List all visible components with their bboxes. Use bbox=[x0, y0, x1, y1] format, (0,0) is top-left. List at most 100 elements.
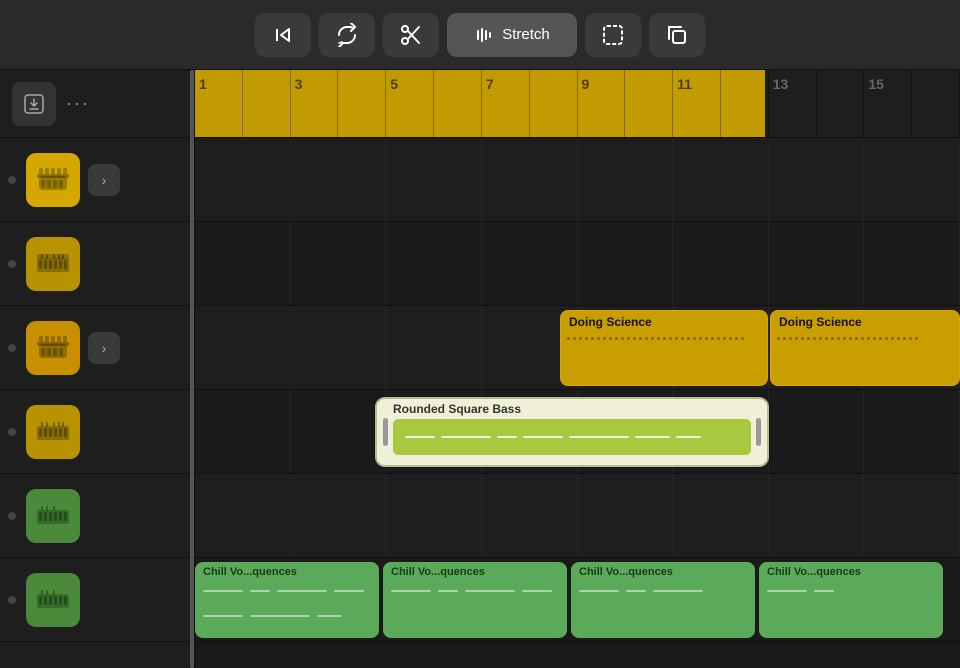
lane-cell bbox=[769, 390, 865, 473]
track-row-3: › bbox=[0, 306, 194, 390]
lane-cell bbox=[864, 390, 960, 473]
lane-cell bbox=[386, 138, 482, 221]
ruler-cell-9: 9 bbox=[578, 70, 626, 138]
lane-cell bbox=[864, 222, 960, 305]
track-icon-5 bbox=[26, 489, 80, 543]
scroll-bar[interactable] bbox=[190, 70, 194, 668]
lane-cell bbox=[195, 390, 291, 473]
lane-cell bbox=[291, 222, 387, 305]
ruler-cell-15: 15 bbox=[864, 70, 912, 138]
lane-cell bbox=[673, 138, 769, 221]
track-row-6 bbox=[0, 558, 194, 642]
lane-cell bbox=[195, 222, 291, 305]
stretch-label: Stretch bbox=[502, 26, 550, 43]
ruler-cell-8 bbox=[530, 70, 578, 138]
wave-segment bbox=[497, 436, 517, 438]
tracks-content: Doing Science bbox=[195, 138, 960, 668]
loop-button[interactable] bbox=[319, 13, 375, 57]
track-dot-3 bbox=[8, 344, 16, 352]
clip-doing-science-1[interactable]: Doing Science bbox=[560, 310, 768, 386]
wave-segment bbox=[405, 436, 435, 438]
ruler-cell-10 bbox=[625, 70, 673, 138]
main-area: ··· › bbox=[0, 70, 960, 668]
clip-title-chill-1: Chill Vo...quences bbox=[195, 562, 379, 582]
lane-cell bbox=[578, 138, 674, 221]
lane-grid-2 bbox=[195, 222, 960, 305]
track-icon-2 bbox=[26, 237, 80, 291]
track-lane-5 bbox=[195, 474, 960, 558]
clip-doing-science-2[interactable]: Doing Science bbox=[770, 310, 960, 386]
track-icon-6 bbox=[26, 573, 80, 627]
track-dot-1 bbox=[8, 176, 16, 184]
clip-chill-1[interactable]: Chill Vo...quences bbox=[195, 562, 379, 638]
clip-chill-4[interactable]: Chill Vo...quences bbox=[759, 562, 943, 638]
lane-cell bbox=[673, 222, 769, 305]
ruler-cell-2 bbox=[243, 70, 291, 138]
ruler-cell-3: 3 bbox=[291, 70, 339, 138]
track-expand-arrow-3[interactable]: › bbox=[88, 332, 120, 364]
track-lane-3: Doing Science bbox=[195, 306, 960, 390]
lane-cell bbox=[482, 222, 578, 305]
lane-cell bbox=[291, 138, 387, 221]
track-dot-4 bbox=[8, 428, 16, 436]
wave-segment bbox=[635, 436, 670, 438]
track-icon-3 bbox=[26, 321, 80, 375]
left-panel: ··· › bbox=[0, 70, 195, 668]
scissors-button[interactable] bbox=[383, 13, 439, 57]
stretch-button[interactable]: Stretch bbox=[447, 13, 577, 57]
ruler-cell-13: 13 bbox=[769, 70, 817, 138]
track-row-5 bbox=[0, 474, 194, 558]
lane-cell bbox=[769, 474, 865, 557]
lane-cell bbox=[386, 222, 482, 305]
track-lane-4: Rounded Square Bass bbox=[195, 390, 960, 474]
clip-handle-left[interactable] bbox=[383, 418, 388, 446]
select-button[interactable] bbox=[585, 13, 641, 57]
clip-chill-3[interactable]: Chill Vo...quences bbox=[571, 562, 755, 638]
timeline-area: 1 3 5 7 9 11 13 15 bbox=[195, 70, 960, 668]
clip-title-doing-science-1: Doing Science bbox=[561, 311, 767, 333]
clip-title-doing-science-2: Doing Science bbox=[771, 311, 959, 333]
track-row-1: › bbox=[0, 138, 194, 222]
track-expand-arrow-1[interactable]: › bbox=[88, 164, 120, 196]
track-icon-1 bbox=[26, 153, 80, 207]
lane-cell bbox=[386, 306, 482, 389]
ruler-cell-11: 11 bbox=[673, 70, 721, 138]
clip-chill-2[interactable]: Chill Vo...quences bbox=[383, 562, 567, 638]
track-lane-1 bbox=[195, 138, 960, 222]
ruler: 1 3 5 7 9 11 13 15 bbox=[195, 70, 960, 138]
lane-cell bbox=[291, 390, 387, 473]
lane-cell bbox=[864, 474, 960, 557]
ruler-cell-14 bbox=[817, 70, 865, 138]
toolbar: Stretch bbox=[0, 0, 960, 70]
lane-grid-1 bbox=[195, 138, 960, 221]
lane-cell bbox=[482, 138, 578, 221]
lane-cell bbox=[195, 138, 291, 221]
wave-segment bbox=[441, 436, 491, 438]
ruler-cell-12 bbox=[721, 70, 769, 138]
clip-rounded-square-bass[interactable]: Rounded Square Bass bbox=[375, 397, 769, 467]
track-lane-2 bbox=[195, 222, 960, 306]
ruler-cell-16 bbox=[912, 70, 960, 138]
ruler-cell-1: 1 bbox=[195, 70, 243, 138]
download-icon bbox=[12, 82, 56, 126]
lane-cell bbox=[291, 474, 387, 557]
skip-back-button[interactable] bbox=[255, 13, 311, 57]
lane-cell bbox=[195, 474, 291, 557]
more-options-button[interactable]: ··· bbox=[66, 93, 90, 114]
lane-grid-5 bbox=[195, 474, 960, 557]
lane-cell bbox=[673, 474, 769, 557]
clip-handle-right[interactable] bbox=[756, 418, 761, 446]
ruler-cell-7: 7 bbox=[482, 70, 530, 138]
track-lane-6: Chill Vo...quences Chill Vo...quences bbox=[195, 558, 960, 642]
left-header: ··· bbox=[0, 70, 194, 138]
lane-cell bbox=[578, 474, 674, 557]
lane-cell bbox=[386, 474, 482, 557]
track-dot-5 bbox=[8, 512, 16, 520]
lane-cell bbox=[291, 306, 387, 389]
copy-button[interactable] bbox=[649, 13, 705, 57]
wave-segment bbox=[569, 436, 629, 438]
wave-segment bbox=[523, 436, 563, 438]
ruler-cell-6 bbox=[434, 70, 482, 138]
rsb-title: Rounded Square Bass bbox=[393, 402, 751, 416]
lane-cell bbox=[578, 222, 674, 305]
